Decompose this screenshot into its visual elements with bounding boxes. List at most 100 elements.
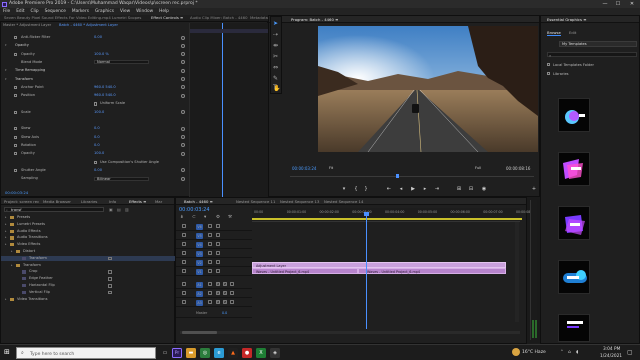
sync-lock-icon[interactable] — [208, 300, 212, 304]
timeline-scrollbar[interactable] — [180, 331, 520, 334]
reset-icon[interactable] — [181, 68, 185, 73]
microphone-icon[interactable] — [230, 300, 234, 304]
add-marker-icon[interactable]: ▾ — [340, 185, 348, 193]
track-target-button[interactable]: A3 — [196, 300, 203, 306]
eg-template-dropdown[interactable]: My Templates — [559, 41, 637, 47]
ec-checkbox[interactable] — [94, 102, 98, 106]
lock-icon[interactable] — [182, 300, 186, 304]
eye-icon[interactable] — [216, 251, 220, 255]
stopwatch-icon[interactable] — [14, 52, 17, 56]
obs-icon[interactable]: ● — [242, 348, 252, 358]
chrome-icon[interactable]: ◎ — [200, 348, 210, 358]
eg-tab-edit[interactable]: Edit — [569, 30, 576, 35]
menu-file[interactable]: File — [0, 8, 13, 15]
menu-edit[interactable]: Edit — [13, 8, 27, 15]
eye-icon[interactable] — [216, 224, 220, 228]
ec-property-value[interactable]: 0.0 — [94, 126, 100, 131]
reset-icon[interactable] — [181, 151, 185, 156]
tab-effects[interactable]: Effects ≡ — [129, 198, 146, 205]
reset-icon[interactable] — [181, 110, 185, 115]
slip-tool-icon[interactable]: ⇔ — [273, 64, 278, 71]
master-volume-value[interactable]: 0.0 — [222, 311, 227, 315]
ec-property-value[interactable]: 100.0 — [94, 110, 104, 115]
ec-sequence-label[interactable]: Batch - 4460 * Adjustment Layer — [59, 23, 118, 27]
windows-start-icon[interactable]: ⊞ — [4, 349, 10, 356]
sync-lock-icon[interactable] — [208, 251, 212, 255]
solo-button[interactable]: S — [223, 282, 227, 286]
tab-project[interactable]: Project: screen rec — [4, 198, 39, 205]
solo-button[interactable]: S — [223, 300, 227, 304]
ec-property-value[interactable]: 960.0 540.0 — [94, 93, 116, 98]
tab-program[interactable]: Program: Batch - 4460 ≡ — [291, 16, 338, 23]
microphone-icon[interactable] — [230, 282, 234, 286]
ec-playhead[interactable] — [222, 23, 223, 197]
selection-tool-icon[interactable]: ➤ — [273, 20, 278, 27]
photos-icon[interactable]: ◈ — [270, 348, 280, 358]
network-icon[interactable]: ⌂ — [568, 350, 571, 355]
eg-tab-browse[interactable]: Browse — [547, 30, 561, 36]
razor-tool-icon[interactable]: ✂ — [273, 53, 278, 60]
tab-nested-seq-13[interactable]: Nested Sequence 13 — [280, 198, 319, 205]
sync-lock-icon[interactable] — [208, 233, 212, 237]
lift-icon[interactable]: ⊞ — [455, 185, 463, 193]
track-target-button[interactable]: A1 — [196, 282, 203, 288]
close-button[interactable]: ✕ — [626, 0, 638, 8]
expand-triangle-icon[interactable]: ▸ — [5, 215, 7, 221]
clock-date[interactable]: 1/24/2021 — [600, 354, 622, 359]
tray-chevron-icon[interactable]: ⌃ — [560, 350, 564, 355]
tab-nested-seq-14[interactable]: Nested Sequence 14 — [324, 198, 363, 205]
tab-essential-graphics[interactable]: Essential Graphics ≡ — [547, 16, 586, 23]
menu-graphics[interactable]: Graphics — [92, 8, 117, 15]
notifications-icon[interactable]: ▢ — [627, 349, 633, 356]
program-scrub-bar[interactable] — [290, 176, 534, 177]
ec-dropdown[interactable]: Normal — [94, 60, 149, 65]
track-target-button[interactable]: V1 — [196, 269, 203, 275]
tab-batch-4460[interactable]: Batch - 4460 ≡ — [184, 198, 213, 205]
edge-icon[interactable]: e — [214, 348, 224, 358]
ec-dropdown[interactable]: Bilinear — [94, 176, 149, 181]
tab-libraries[interactable]: Libraries — [81, 198, 97, 205]
menu-view[interactable]: View — [117, 8, 133, 15]
stopwatch-icon[interactable] — [14, 135, 17, 139]
eg-template-thumb-1[interactable] — [558, 98, 590, 132]
track-target-button[interactable]: V3 — [196, 251, 203, 257]
sync-lock-icon[interactable] — [208, 224, 212, 228]
expand-triangle-icon[interactable]: ▾ — [5, 68, 7, 73]
timeline-settings-icon[interactable]: ⚙ — [216, 215, 220, 220]
stopwatch-icon[interactable] — [14, 36, 17, 40]
lock-icon[interactable] — [182, 291, 186, 295]
mark-out-icon[interactable]: } — [362, 185, 370, 193]
ec-property-value[interactable]: 960.0 540.0 — [94, 85, 116, 90]
program-fit-dropdown[interactable]: Fit — [329, 166, 333, 170]
track-target-button[interactable]: V4 — [196, 242, 203, 248]
ec-checkbox[interactable] — [94, 160, 98, 164]
premiere-taskbar-icon[interactable]: Pr — [172, 348, 182, 358]
eye-icon[interactable] — [216, 233, 220, 237]
ripple-edit-tool-icon[interactable]: ⇹ — [273, 42, 278, 49]
32bit-effects-icon[interactable]: ▤ — [117, 207, 121, 212]
eg-template-thumb-2[interactable] — [558, 152, 590, 186]
ec-property-value[interactable]: 0.00 — [94, 168, 102, 173]
reset-icon[interactable] — [181, 143, 185, 148]
reset-icon[interactable] — [181, 168, 185, 173]
snap-icon[interactable]: ⋔ — [180, 215, 184, 220]
weather-text[interactable]: 16°C Haze — [522, 350, 546, 355]
track-select-tool-icon[interactable]: ⇢ — [273, 31, 278, 38]
stopwatch-icon[interactable] — [14, 110, 17, 114]
clip-waves-2[interactable]: Waves - Untitled Project_6.mp4 — [358, 268, 506, 274]
linked-selection-icon[interactable]: ⊂ — [192, 215, 196, 220]
lock-icon[interactable] — [182, 242, 186, 246]
menu-window[interactable]: Window — [133, 8, 156, 15]
ec-mini-timeline[interactable] — [189, 23, 270, 197]
timeline-scroll-thumb[interactable] — [182, 331, 217, 334]
stopwatch-icon[interactable] — [14, 144, 17, 148]
microphone-icon[interactable] — [230, 291, 234, 295]
sync-lock-icon[interactable] — [208, 282, 212, 286]
eye-icon[interactable] — [216, 269, 220, 273]
weather-icon[interactable] — [512, 348, 520, 356]
stopwatch-icon[interactable] — [14, 152, 17, 156]
export-frame-icon[interactable]: ◉ — [480, 185, 488, 193]
accelerated-effects-icon[interactable]: ▣ — [109, 207, 113, 212]
reset-icon[interactable] — [181, 126, 185, 131]
eg-template-thumb-3[interactable] — [558, 206, 590, 240]
